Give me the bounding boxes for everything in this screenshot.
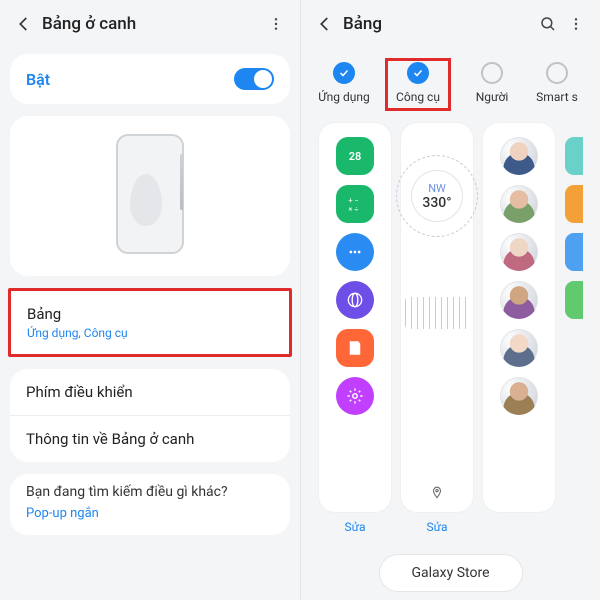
avatar — [500, 137, 538, 175]
back-button[interactable] — [10, 10, 38, 38]
avatar — [500, 377, 538, 415]
suggestion-link[interactable]: Pop-up ngắn — [26, 506, 274, 521]
tab-tools[interactable]: Công cụ — [385, 58, 451, 111]
topbar: Bảng — [301, 0, 600, 48]
calculator-icon: + −× ÷ — [336, 185, 374, 223]
tab-apps[interactable]: Ứng dụng — [311, 58, 377, 111]
panels-row: 28 + −× ÷ Sửa — [301, 117, 600, 540]
notes-icon — [336, 329, 374, 367]
avatar — [500, 233, 538, 271]
highlighted-menu-item: Bảng Ứng dụng, Công cụ — [8, 288, 292, 357]
page-title: Bảng — [339, 14, 534, 34]
settings-screen: Bảng ở canh Bật Bảng Ứng dụng, Công cụ P… — [0, 0, 300, 600]
panel-smart-sliver[interactable] — [565, 123, 587, 534]
more-icon[interactable] — [562, 10, 590, 38]
phone-preview-icon — [116, 134, 184, 254]
internet-icon — [336, 281, 374, 319]
edit-link[interactable]: Sửa — [344, 520, 365, 534]
menu-item-subtitle: Ứng dụng, Công cụ — [27, 326, 273, 340]
toggle-label: Bật — [26, 70, 50, 89]
widget-icon — [565, 233, 583, 271]
store-row: Galaxy Store — [301, 540, 600, 600]
suggestion-question: Bạn đang tìm kiếm điều gì khác? — [26, 484, 274, 500]
menu-card: Phím điều khiển Thông tin về Bảng ở canh — [10, 369, 290, 462]
suggestion-card: Bạn đang tìm kiếm điều gì khác? Pop-up n… — [10, 474, 290, 535]
location-pin-icon — [430, 486, 444, 500]
panel-apps[interactable]: 28 + −× ÷ Sửa — [319, 123, 391, 534]
avatar — [500, 281, 538, 319]
tab-smart[interactable]: Smart s — [533, 58, 581, 111]
compass-direction: NW — [428, 182, 446, 195]
topbar: Bảng ở canh — [0, 0, 300, 48]
panel-tools[interactable]: NW 330° Sửa — [401, 123, 473, 534]
panel-people[interactable] — [483, 123, 555, 534]
page-title: Bảng ở canh — [38, 14, 262, 34]
avatar — [500, 185, 538, 223]
settings-icon — [336, 377, 374, 415]
calendar-icon: 28 — [336, 137, 374, 175]
search-icon[interactable] — [534, 10, 562, 38]
widget-icon — [565, 281, 583, 319]
checkbox-checked-icon — [333, 62, 355, 84]
checkbox-empty-icon — [481, 62, 503, 84]
ruler-icon — [405, 297, 469, 329]
widget-icon — [565, 185, 583, 223]
checkbox-checked-icon — [407, 62, 429, 84]
back-button[interactable] — [311, 10, 339, 38]
panels-screen: Bảng Ứng dụng Công cụ Người Smart s — [300, 0, 600, 600]
master-toggle-card: Bật — [10, 54, 290, 104]
preview-card — [10, 116, 290, 276]
svg-text:× ÷: × ÷ — [348, 205, 358, 214]
compass-degrees: 330° — [422, 195, 451, 211]
widget-icon — [565, 137, 583, 175]
tab-people[interactable]: Người — [459, 58, 525, 111]
tab-strip: Ứng dụng Công cụ Người Smart s — [301, 48, 600, 117]
more-icon[interactable] — [262, 10, 290, 38]
menu-item-bang[interactable]: Bảng Ứng dụng, Công cụ — [11, 291, 289, 354]
menu-item-info[interactable]: Thông tin về Bảng ở canh — [10, 415, 290, 462]
avatar — [500, 329, 538, 367]
checkbox-empty-icon — [546, 62, 568, 84]
menu-item-phim[interactable]: Phím điều khiển — [10, 369, 290, 415]
enable-toggle[interactable] — [234, 68, 274, 90]
galaxy-store-button[interactable]: Galaxy Store — [379, 554, 523, 592]
edit-link[interactable]: Sửa — [426, 520, 447, 534]
compass-widget: NW 330° — [405, 137, 469, 317]
menu-item-title: Bảng — [27, 305, 273, 323]
messages-icon — [336, 233, 374, 271]
